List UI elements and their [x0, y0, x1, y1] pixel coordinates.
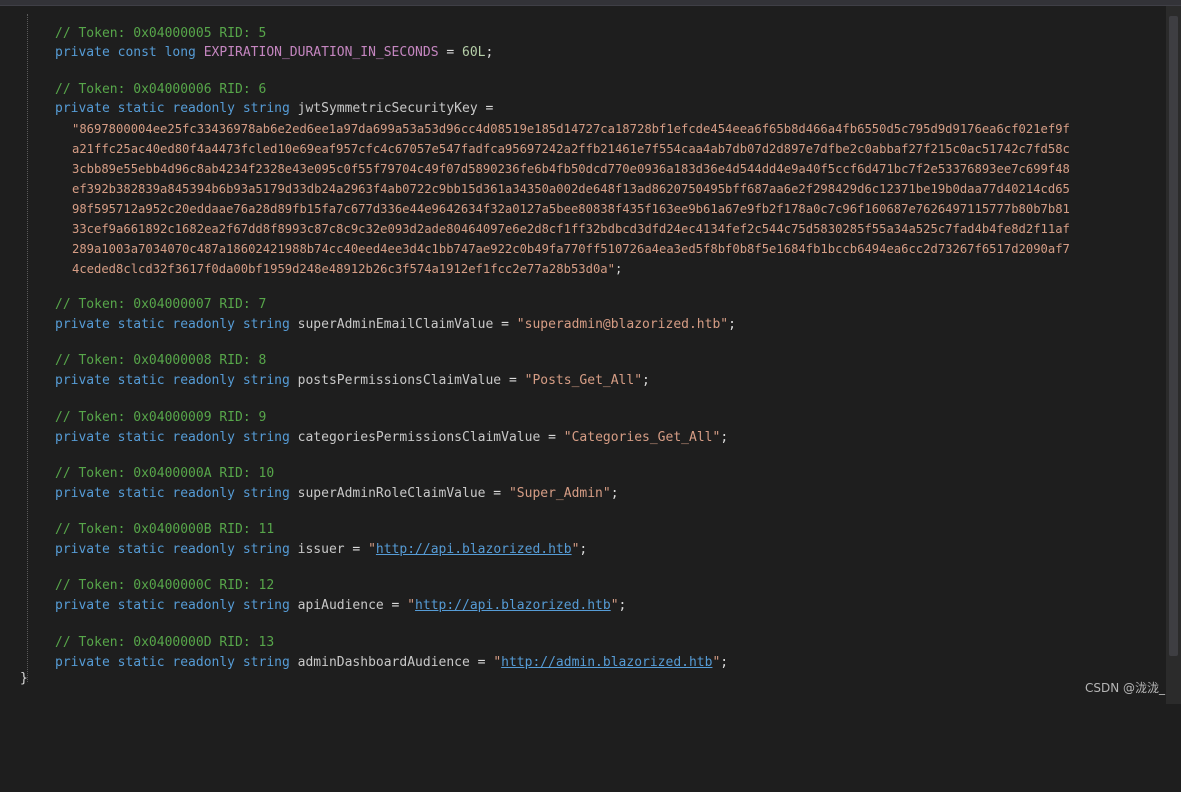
closing-brace: } — [20, 671, 28, 686]
key-string-line: 33cef9a661892c1682ea2f67dd8f8993c87c8c9c… — [72, 222, 1070, 236]
token-comment: // Token: 0x04000009 RID: 9 — [55, 410, 267, 425]
quote: " — [493, 655, 502, 670]
modifiers: private static readonly string — [55, 373, 290, 388]
field-name: apiAudience — [297, 598, 384, 613]
field-value: 60L — [462, 45, 486, 60]
modifiers: private static readonly string — [55, 317, 290, 332]
scrollbar-thumb[interactable] — [1169, 16, 1178, 656]
token-comment: // Token: 0x0400000D RID: 13 — [55, 635, 275, 650]
modifiers: private static readonly string — [55, 430, 290, 445]
semicolon: ; — [485, 45, 494, 60]
declaration-line[interactable]: private static readonly string adminDash… — [55, 654, 728, 672]
modifiers: private static readonly string — [55, 598, 290, 613]
key-string-line: 98f595712a952c20eddaae76a28d89fb15fa7c67… — [72, 202, 1070, 216]
assign-op: = — [540, 430, 564, 445]
semicolon: ; — [618, 598, 627, 613]
assign-op: = — [344, 542, 369, 557]
key-string-line-last: 4ceded8clcd32f3617f0da00bf1959d248e48912… — [72, 260, 622, 278]
declaration-line[interactable]: private const long EXPIRATION_DURATION_I… — [55, 44, 493, 62]
comment-line: // Token: 0x0400000C RID: 12 — [55, 577, 274, 595]
assign-op: = — [438, 45, 463, 60]
comment-line: // Token: 0x04000007 RID: 7 — [55, 296, 266, 314]
comment-line: // Token: 0x04000005 RID: 5 — [55, 25, 266, 43]
field-name: jwtSymmetricSecurityKey — [297, 101, 478, 116]
field-name: EXPIRATION_DURATION_IN_SECONDS — [203, 45, 439, 60]
field-value: "Super_Admin" — [508, 486, 611, 501]
semicolon: ; — [720, 655, 729, 670]
key-string-line: 3cbb89e55ebb4d96c8ab4234f2328e43e095c0f5… — [72, 162, 1070, 176]
field-name: postsPermissionsClaimValue — [297, 373, 502, 388]
token-comment: // Token: 0x0400000C RID: 12 — [55, 578, 275, 593]
quote: " — [368, 542, 376, 557]
field-name: superAdminRoleClaimValue — [297, 486, 486, 501]
url-link[interactable]: http://api.blazorized.htb — [376, 542, 572, 557]
field-name: superAdminEmailClaimValue — [297, 317, 494, 332]
token-comment: // Token: 0x0400000B RID: 11 — [55, 522, 275, 537]
assign-op: = — [485, 486, 509, 501]
url-link[interactable]: http://api.blazorized.htb — [415, 598, 611, 613]
declaration-line[interactable]: private static readonly string jwtSymmet… — [55, 100, 493, 118]
field-value: "Categories_Get_All" — [563, 430, 721, 445]
comment-line: // Token: 0x04000009 RID: 9 — [55, 409, 266, 427]
field-value: "Posts_Get_All" — [524, 373, 643, 388]
quote: " — [610, 598, 619, 613]
comment-line: // Token: 0x0400000B RID: 11 — [55, 521, 274, 539]
quote: " — [407, 598, 416, 613]
token-comment: // Token: 0x04000008 RID: 8 — [55, 353, 267, 368]
token-comment: // Token: 0x04000006 RID: 6 — [55, 82, 267, 97]
field-name: categoriesPermissionsClaimValue — [297, 430, 541, 445]
field-name: adminDashboardAudience — [297, 655, 470, 670]
declaration-line[interactable]: private static readonly string issuer = … — [55, 541, 587, 559]
field-value: "superadmin@blazorized.htb" — [516, 317, 729, 332]
modifiers: private static readonly string — [55, 542, 290, 557]
assign-op: = — [383, 598, 408, 613]
comment-line: // Token: 0x04000008 RID: 8 — [55, 352, 266, 370]
assign-op: = — [493, 317, 517, 332]
key-string-line: 289a1003a7034070c487a18602421988b74cc40e… — [72, 242, 1070, 256]
assign-op: = — [501, 373, 525, 388]
token-comment: // Token: 0x04000007 RID: 7 — [55, 297, 267, 312]
code-content: // Token: 0x04000005 RID: 5 private cons… — [0, 0, 1070, 792]
assign-op: = — [477, 101, 494, 116]
field-name: issuer — [297, 542, 345, 557]
vertical-scrollbar[interactable] — [1166, 6, 1181, 704]
semicolon: ; — [728, 317, 736, 332]
key-string-line: "8697800004ee25fc33436978ab6e2ed6ee1a97d… — [72, 122, 1070, 136]
declaration-line[interactable]: private static readonly string categorie… — [55, 429, 728, 447]
modifiers: private const long — [55, 45, 196, 60]
comment-line: // Token: 0x04000006 RID: 6 — [55, 81, 266, 99]
modifiers: private static readonly string — [55, 655, 290, 670]
key-string-line: a21ffc25ac40ed80f4a4473fcled10e69eaf957c… — [72, 142, 1070, 156]
indent-guide — [27, 14, 28, 682]
semicolon: ; — [610, 486, 619, 501]
modifiers: private static readonly string — [55, 486, 290, 501]
key-string-line: ef392b382839a845394b6b93a5179d33db24a296… — [72, 182, 1070, 196]
token-comment: // Token: 0x04000005 RID: 5 — [55, 26, 267, 41]
declaration-line[interactable]: private static readonly string apiAudien… — [55, 597, 626, 615]
url-link[interactable]: http://admin.blazorized.htb — [501, 655, 712, 670]
assign-op: = — [469, 655, 494, 670]
declaration-line[interactable]: private static readonly string superAdmi… — [55, 316, 736, 334]
declaration-line[interactable]: private static readonly string superAdmi… — [55, 485, 619, 503]
semicolon: ; — [720, 430, 729, 445]
watermark: CSDN @泷泷_ — [1084, 681, 1165, 695]
semicolon: ; — [614, 262, 623, 276]
modifiers: private static readonly string — [55, 101, 290, 116]
comment-line: // Token: 0x0400000A RID: 10 — [55, 465, 274, 483]
declaration-line[interactable]: private static readonly string postsPerm… — [55, 372, 650, 390]
semicolon: ; — [642, 373, 650, 388]
semicolon: ; — [579, 542, 588, 557]
comment-line: // Token: 0x0400000D RID: 13 — [55, 634, 274, 652]
token-comment: // Token: 0x0400000A RID: 10 — [55, 466, 275, 481]
key-string-tail: 4ceded8clcd32f3617f0da00bf1959d248e48912… — [72, 262, 615, 276]
